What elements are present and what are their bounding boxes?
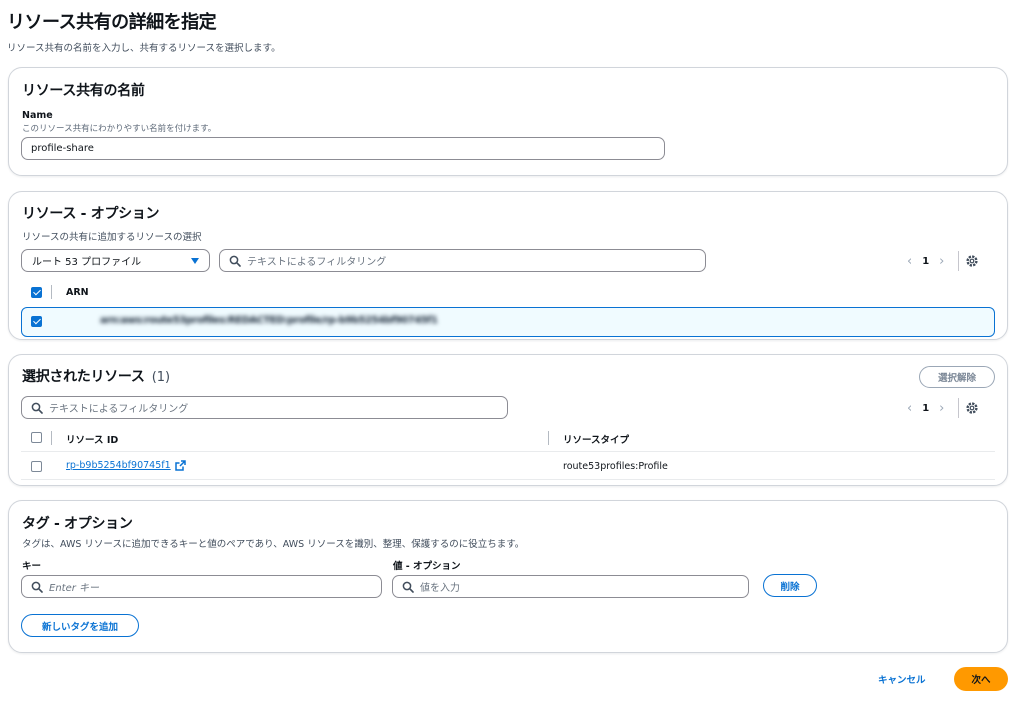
chevron-right-icon[interactable]: ›	[939, 254, 944, 269]
tag-key-input[interactable]: Enter キー	[21, 575, 382, 598]
cancel-button[interactable]: キャンセル	[878, 672, 926, 686]
remove-tag-button[interactable]: 削除	[763, 574, 817, 597]
page-title: リソース共有の詳細を指定	[7, 12, 217, 33]
name-section: リソース共有の名前 Name このリソース共有にわかりやすい名前を付けます。 p…	[8, 67, 1008, 176]
gear-icon[interactable]	[965, 254, 979, 268]
selected-pagination: ‹ 1 ›	[897, 398, 979, 418]
chevron-right-icon[interactable]: ›	[939, 401, 944, 416]
next-button[interactable]: 次へ	[954, 667, 1008, 691]
tags-section-description: タグは、AWS リソースに追加できるキーと値のペアであり、AWS リソースを識別…	[22, 539, 525, 550]
deselect-button[interactable]: 選択解除	[919, 366, 995, 388]
column-header-resource-type: リソースタイプ	[563, 435, 630, 446]
resource-type-select[interactable]: ルート 53 プロファイル	[21, 249, 210, 272]
select-all-checkbox[interactable]	[31, 432, 42, 443]
tags-section-title: タグ - オプション	[22, 516, 133, 532]
resources-section-description: リソースの共有に追加するリソースの選択	[22, 232, 202, 243]
arn-value: arn:aws:route53profiles:REDACTED:profile…	[100, 315, 438, 326]
resource-id-link[interactable]: rp-b9b5254bf90745f1	[66, 460, 171, 471]
resource-type-value: ルート 53 プロファイル	[32, 257, 142, 268]
selected-page-number[interactable]: 1	[922, 403, 929, 414]
select-all-checkbox[interactable]	[31, 287, 42, 298]
search-icon	[31, 402, 43, 414]
tag-key-label: キー	[22, 561, 42, 572]
resources-filter-placeholder: テキストによるフィルタリング	[247, 257, 387, 268]
column-header-resource-id: リソース ID	[66, 435, 119, 446]
tag-key-placeholder: Enter キー	[49, 583, 100, 594]
name-field-label: Name	[22, 110, 53, 121]
resources-filter-input[interactable]: テキストによるフィルタリング	[219, 249, 706, 272]
caret-down-icon	[191, 257, 199, 264]
name-input[interactable]: profile-share	[21, 137, 665, 160]
selected-filter-input[interactable]: テキストによるフィルタリング	[21, 396, 508, 419]
selected-section-title: 選択されたリソース	[22, 369, 145, 385]
selected-count: (1)	[151, 370, 171, 385]
selected-filter-placeholder: テキストによるフィルタリング	[49, 404, 189, 415]
name-section-title: リソース共有の名前	[22, 83, 145, 99]
search-icon	[229, 255, 241, 267]
gear-icon[interactable]	[965, 401, 979, 415]
external-link-icon	[174, 460, 186, 471]
row-checkbox[interactable]	[31, 461, 42, 472]
chevron-left-icon[interactable]: ‹	[907, 401, 912, 416]
tags-section: タグ - オプション タグは、AWS リソースに追加できるキーと値のペアであり、…	[8, 500, 1008, 653]
resources-section-title: リソース - オプション	[22, 206, 160, 222]
chevron-left-icon[interactable]: ‹	[907, 254, 912, 269]
resource-type-value: route53profiles:Profile	[563, 461, 668, 472]
name-input-value: profile-share	[31, 143, 94, 154]
tag-value-input[interactable]: 値を入力	[392, 575, 749, 598]
name-field-hint: このリソース共有にわかりやすい名前を付けます。	[22, 124, 217, 134]
row-checkbox[interactable]	[31, 316, 42, 327]
table-row[interactable]: arn:aws:route53profiles:REDACTED:profile…	[21, 307, 995, 337]
add-tag-button[interactable]: 新しいタグを追加	[21, 614, 139, 637]
search-icon	[402, 581, 414, 593]
resources-page-number[interactable]: 1	[922, 256, 929, 267]
search-icon	[31, 581, 43, 593]
resources-pagination: ‹ 1 ›	[897, 251, 979, 271]
resources-section: リソース - オプション リソースの共有に追加するリソースの選択 ルート 53 …	[8, 191, 1008, 340]
page-description: リソース共有の名前を入力し、共有するリソースを選択します。	[7, 43, 281, 54]
tag-value-label: 値 - オプション	[393, 561, 461, 572]
tag-value-placeholder: 値を入力	[420, 583, 460, 594]
column-header-arn: ARN	[66, 287, 89, 298]
selected-resources-section: 選択されたリソース (1) 選択解除 テキストによるフィルタリング ‹ 1 › …	[8, 354, 1008, 486]
